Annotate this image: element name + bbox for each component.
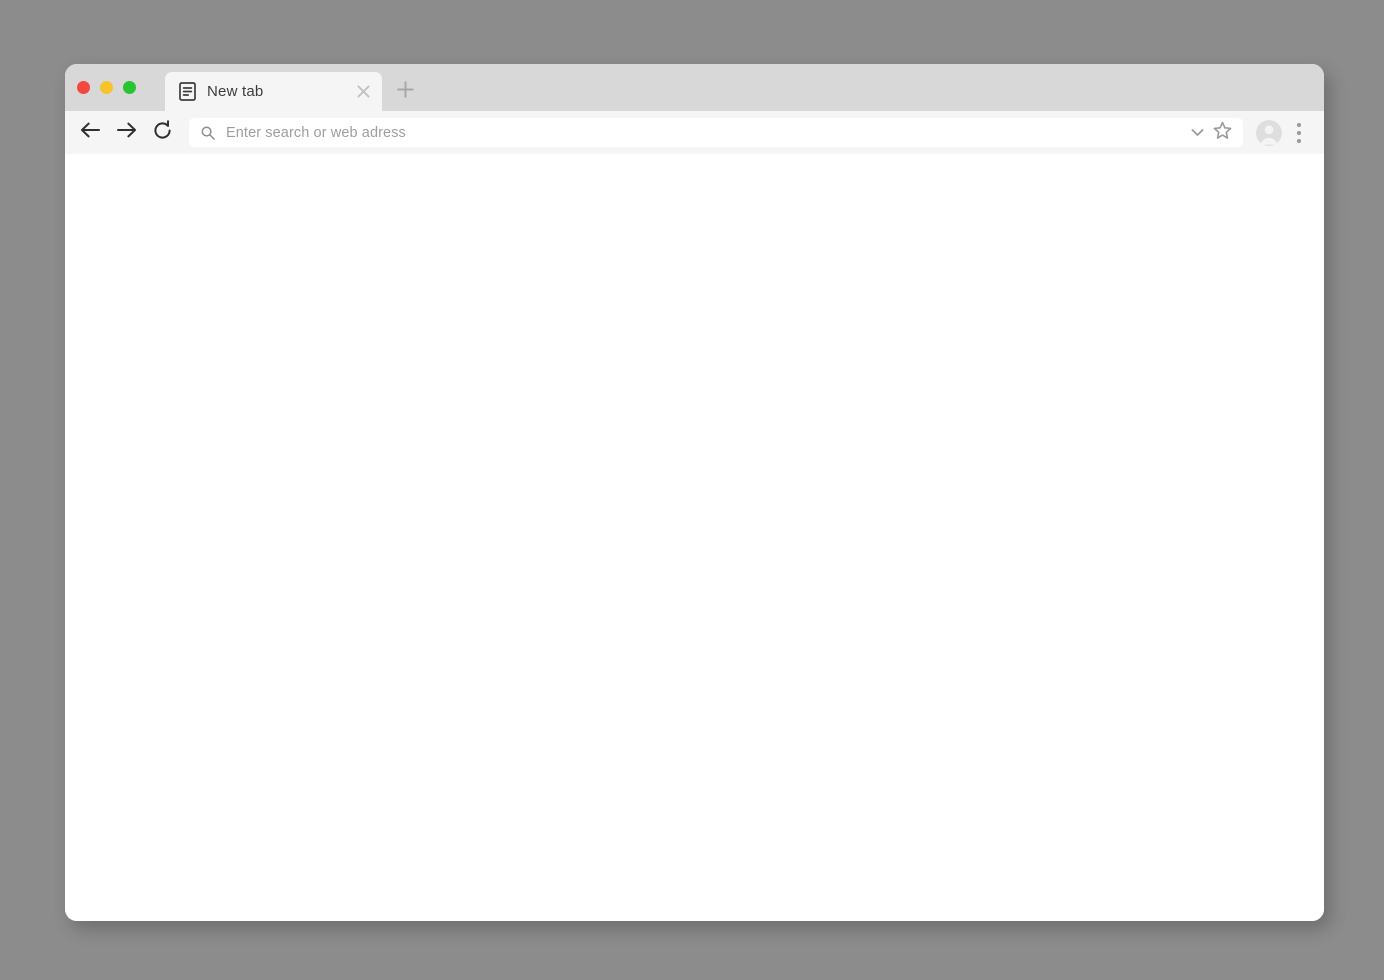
browser-window: New tab bbox=[65, 64, 1324, 921]
search-icon bbox=[201, 126, 215, 140]
address-bar[interactable] bbox=[189, 118, 1243, 147]
browser-toolbar bbox=[65, 111, 1324, 154]
minimize-window-button[interactable] bbox=[100, 81, 113, 94]
tab-title: New tab bbox=[207, 83, 264, 100]
arrow-left-icon bbox=[80, 121, 101, 144]
plus-icon bbox=[396, 81, 414, 103]
forward-button[interactable] bbox=[109, 116, 143, 150]
new-tab-button[interactable] bbox=[391, 78, 419, 106]
reload-icon bbox=[152, 119, 173, 146]
three-dots-icon bbox=[1297, 122, 1301, 143]
back-button[interactable] bbox=[73, 116, 107, 150]
document-icon bbox=[179, 82, 196, 101]
star-icon bbox=[1213, 121, 1232, 145]
reload-button[interactable] bbox=[145, 116, 179, 150]
window-controls bbox=[77, 81, 136, 94]
close-window-button[interactable] bbox=[77, 81, 90, 94]
title-bar: New tab bbox=[65, 64, 1324, 111]
arrow-right-icon bbox=[116, 121, 137, 144]
chevron-down-icon bbox=[1191, 124, 1204, 142]
tab-new-tab[interactable]: New tab bbox=[165, 72, 382, 111]
bookmark-button[interactable] bbox=[1209, 121, 1235, 145]
address-input[interactable] bbox=[226, 124, 1185, 141]
avatar-icon bbox=[1249, 119, 1282, 146]
address-dropdown-button[interactable] bbox=[1185, 121, 1209, 145]
profile-button[interactable] bbox=[1249, 119, 1282, 146]
maximize-window-button[interactable] bbox=[123, 81, 136, 94]
page-content bbox=[65, 154, 1324, 921]
tab-close-icon[interactable] bbox=[350, 79, 376, 105]
browser-menu-button[interactable] bbox=[1286, 118, 1312, 148]
